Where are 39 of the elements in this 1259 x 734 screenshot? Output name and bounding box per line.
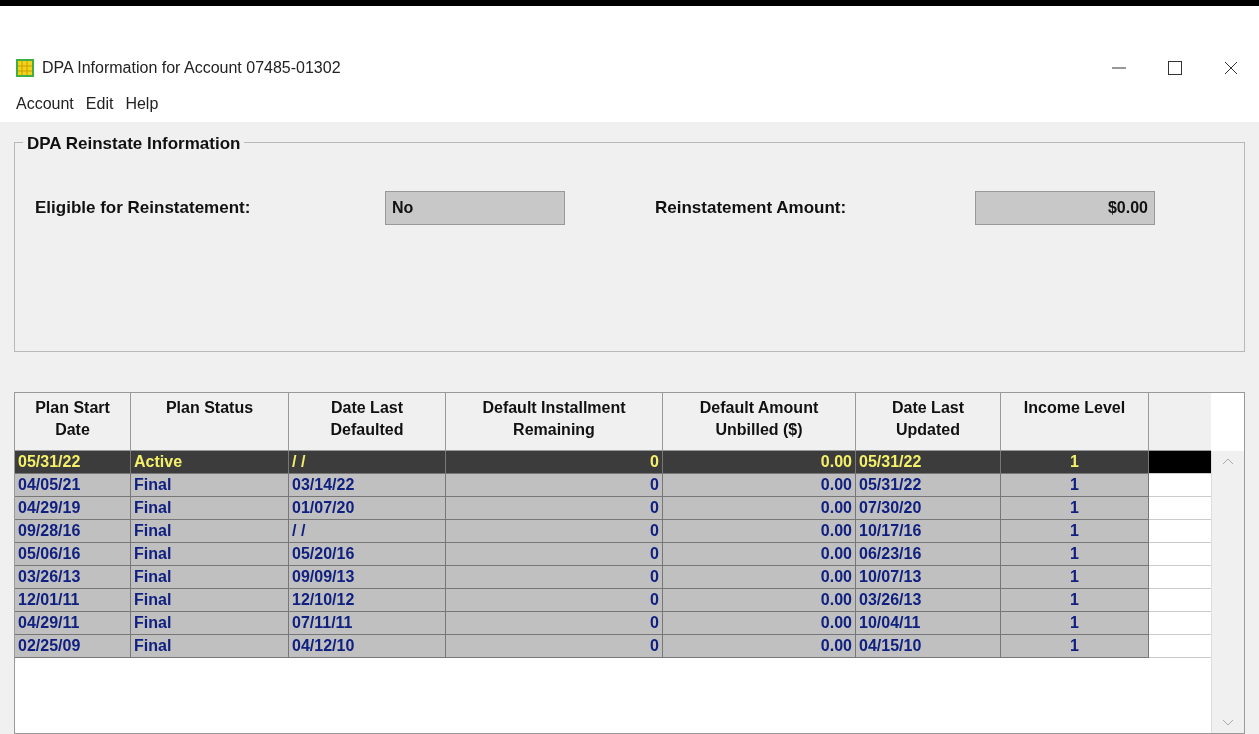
blank-cell bbox=[1149, 635, 1211, 658]
menu-item[interactable]: Edit bbox=[85, 92, 114, 116]
table-row[interactable]: 04/05/21 Final 03/14/22 0 0.00 05/31/22 1 bbox=[15, 474, 1211, 497]
table-row[interactable]: 05/06/16 Final 05/20/16 0 0.00 06/23/16 1 bbox=[15, 543, 1211, 566]
app-icon bbox=[16, 59, 34, 77]
table-cell: 02/25/09 bbox=[15, 635, 131, 658]
blank-cell bbox=[1149, 474, 1211, 497]
table-cell: 04/15/10 bbox=[856, 635, 1001, 658]
table-cell: 0 bbox=[446, 635, 663, 658]
table-row[interactable]: 02/25/09 Final 04/12/10 0 0.00 04/15/10 1 bbox=[15, 635, 1211, 658]
table-row[interactable]: 09/28/16 Final / / 0 0.00 10/17/16 1 bbox=[15, 520, 1211, 543]
table-row[interactable]: 04/29/19 Final 01/07/20 0 0.00 07/30/20 1 bbox=[15, 497, 1211, 520]
readonly-field: No bbox=[385, 191, 565, 225]
scrollbar[interactable] bbox=[1211, 451, 1244, 733]
blank-cell bbox=[1149, 543, 1211, 566]
scroll-up-icon[interactable] bbox=[1222, 457, 1234, 465]
blank-cell bbox=[1149, 589, 1211, 612]
table-row[interactable]: 03/26/13 Final 09/09/13 0 0.00 10/07/13 1 bbox=[15, 566, 1211, 589]
blank-cell bbox=[1149, 451, 1211, 474]
field-label: Eligible for Reinstatement: bbox=[35, 197, 252, 220]
blank-cell bbox=[1149, 566, 1211, 589]
table-cell: 0.00 bbox=[663, 635, 856, 658]
table-cell: Final bbox=[131, 635, 289, 658]
minimize-icon bbox=[1112, 67, 1126, 69]
maximize-icon bbox=[1168, 61, 1182, 75]
table-cell: 04/12/10 bbox=[289, 635, 446, 658]
table-row[interactable]: 04/29/11 Final 07/11/11 0 0.00 10/04/11 1 bbox=[15, 612, 1211, 635]
blank-cell bbox=[1149, 612, 1211, 635]
blank-cell bbox=[1149, 497, 1211, 520]
window-title: DPA Information for Account 07485-01302 bbox=[42, 58, 341, 78]
menu-item[interactable]: Account bbox=[16, 92, 74, 116]
readonly-field: $0.00 bbox=[975, 191, 1155, 225]
menu-item[interactable]: Help bbox=[125, 92, 159, 116]
table-row[interactable]: 05/31/22 Active / / 0 0.00 05/31/22 1 bbox=[15, 451, 1211, 474]
scroll-down-icon[interactable] bbox=[1222, 719, 1234, 727]
blank-cell bbox=[1149, 520, 1211, 543]
close-icon bbox=[1225, 62, 1237, 74]
field-label: Reinstatement Amount: bbox=[655, 197, 848, 220]
table-row[interactable]: 12/01/11 Final 12/10/12 0 0.00 03/26/13 1 bbox=[15, 589, 1211, 612]
